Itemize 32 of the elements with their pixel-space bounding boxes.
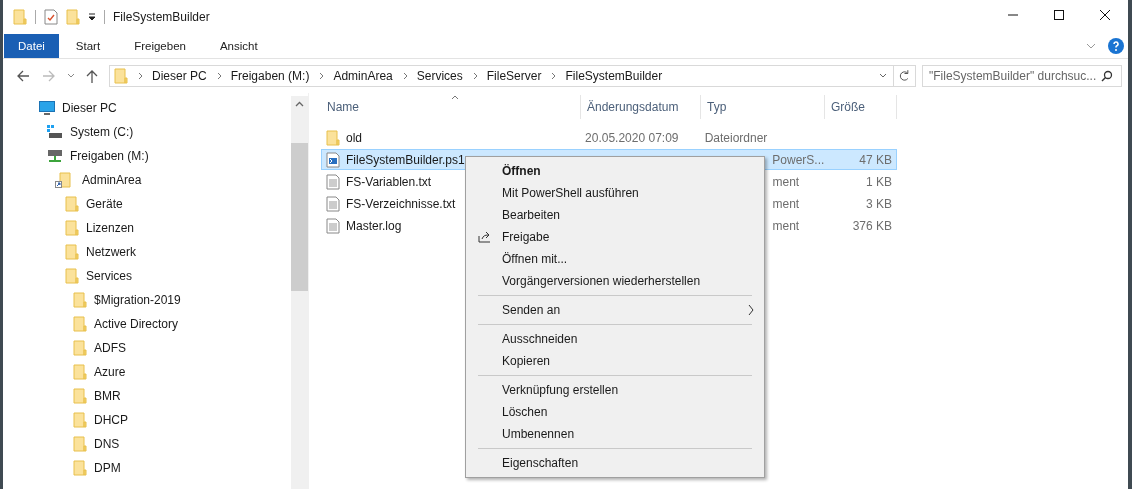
file-name: FS-Verzeichnisse.txt [346,196,456,211]
tree-label: $Migration-2019 [94,293,181,307]
tree-label: Dieser PC [62,101,117,115]
tree-label: DNS [94,437,120,451]
size-cell: 1 KB [866,174,892,189]
file-name: FileSystemBuilder.ps1 [346,152,465,167]
tree-label: DPM [94,461,121,475]
tree-label: Active Directory [94,317,179,331]
tree-label: Lizenzen [86,221,135,235]
type-cell: PowerS... [772,152,825,167]
date-cell: 20.05.2020 07:09 [585,130,679,145]
tree-label: Services [86,269,132,283]
tree-label: DHCP [94,413,128,427]
tree-label: ADFS [94,341,126,355]
size-cell: 3 KB [866,196,892,211]
size-cell: 47 KB [859,152,892,167]
tree-label: System (C:) [70,125,134,139]
tree-label: Netzwerk [86,245,136,259]
file-name: old [346,130,362,145]
type-cell: ment [772,196,800,211]
type-cell: ment [772,174,800,189]
window-title: FileSystemBuilder [113,10,210,24]
tree-label: Freigaben (M:) [70,149,149,163]
size-cell: 376 KB [852,218,892,233]
tree-label: Geräte [86,197,123,211]
tree-label: BMR [94,389,121,403]
tree-label: AdminArea [82,173,142,187]
file-name: FS-Variablen.txt [346,174,432,189]
type-cell: Dateiordner [704,130,768,145]
tree-label: Azure [94,365,126,379]
type-cell: ment [772,218,800,233]
file-name: Master.log [346,218,402,233]
